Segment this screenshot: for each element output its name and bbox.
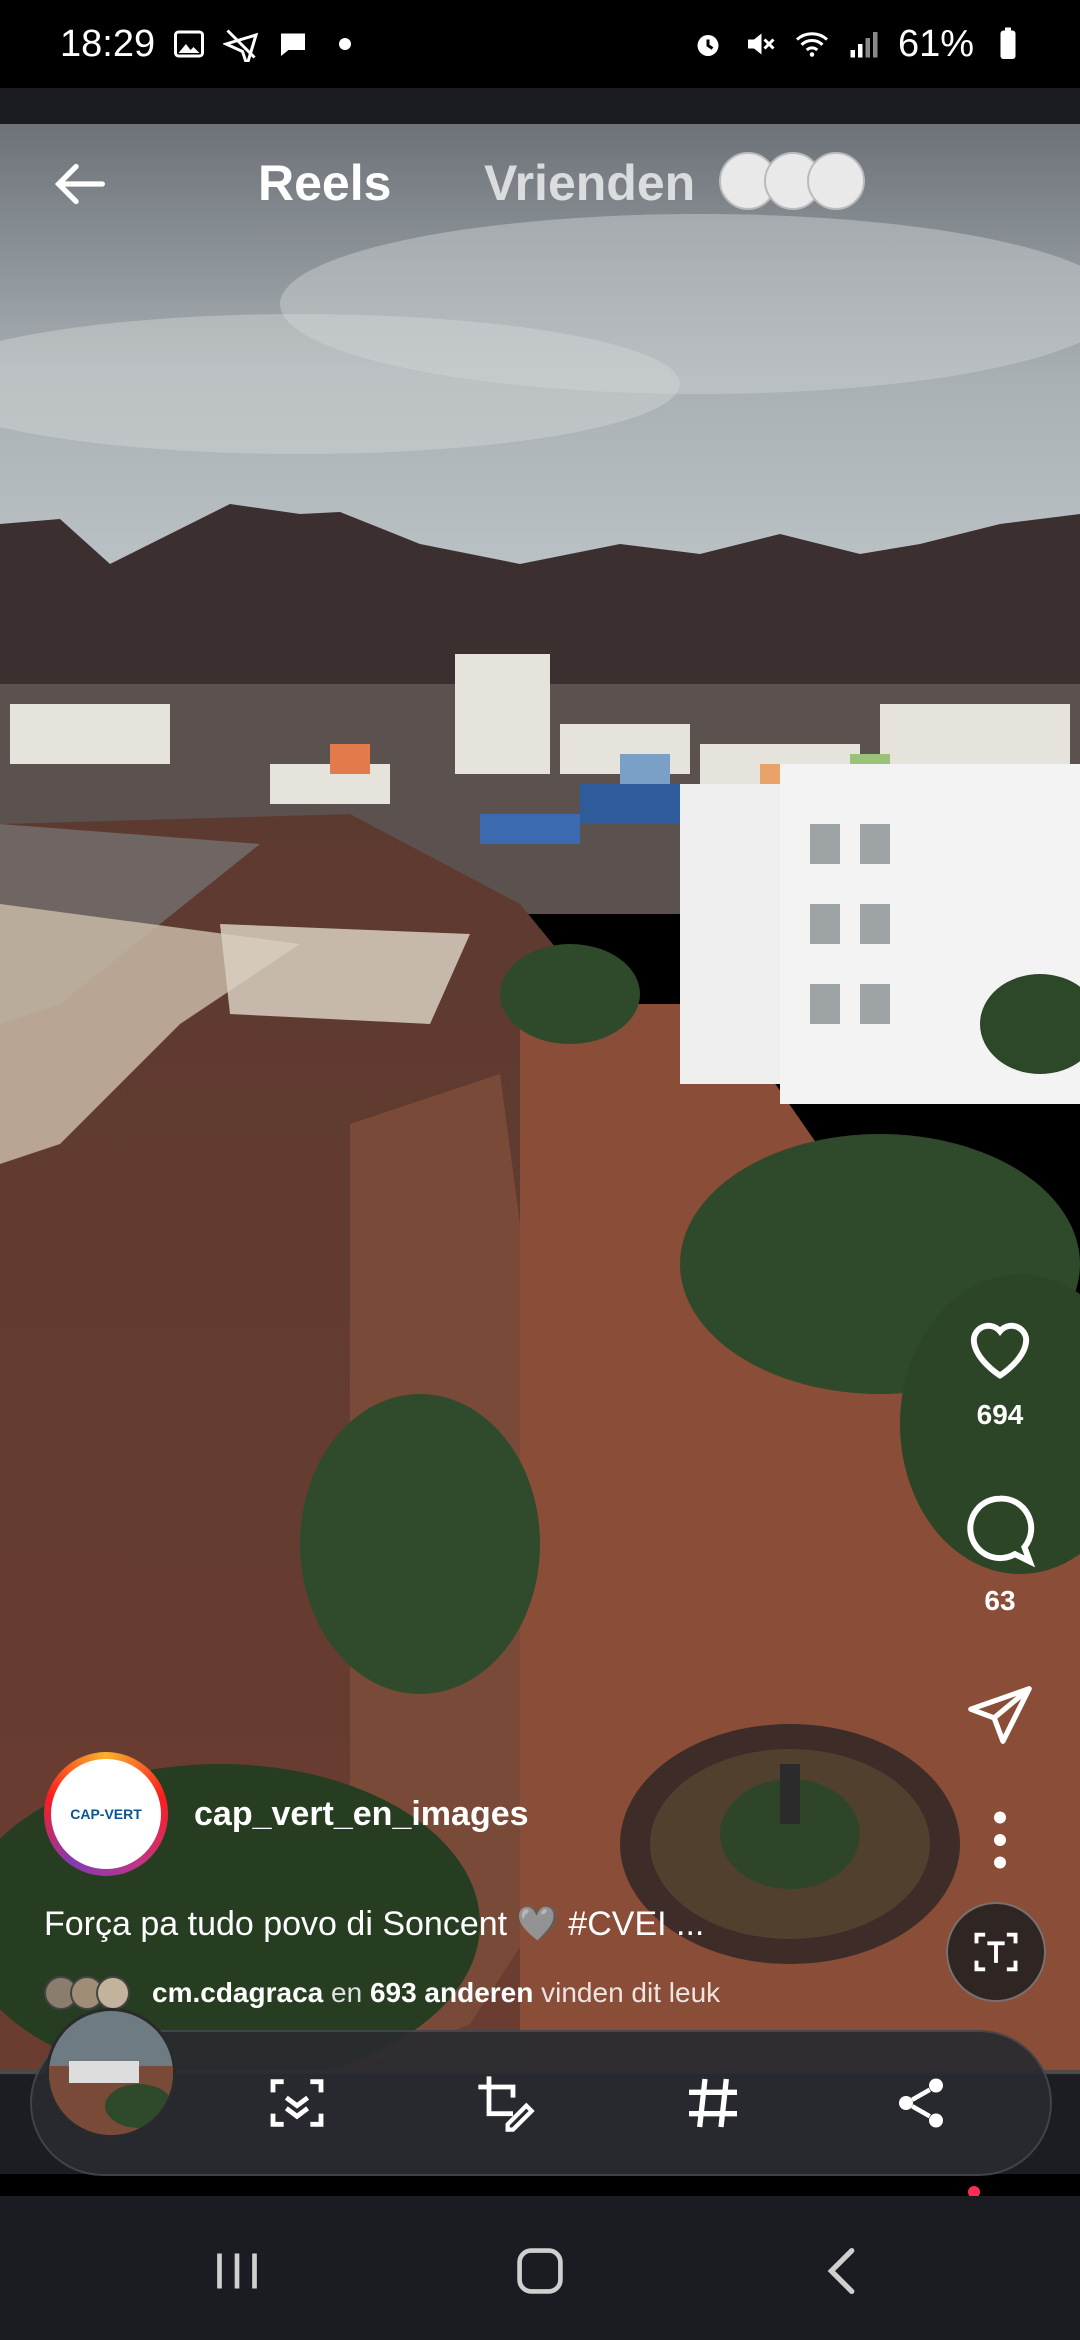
dot-icon <box>339 38 352 50</box>
share-icon <box>899 2078 943 2128</box>
avatar-logo: CAP-VERT <box>51 1759 161 1869</box>
mute-icon <box>747 33 775 55</box>
image-icon <box>174 30 205 58</box>
home-icon[interactable] <box>505 2236 575 2306</box>
back-arrow-icon[interactable] <box>44 149 114 219</box>
friends-avatars-icon[interactable] <box>718 150 868 212</box>
likes-count: 694 <box>976 1399 1024 1430</box>
username[interactable]: cap_vert_en_images <box>194 1795 529 1834</box>
status-time: 18:29 <box>60 22 156 65</box>
wifi-icon <box>795 32 828 57</box>
liker-avatar <box>96 1976 130 2010</box>
avatar[interactable]: CAP-VERT <box>44 1752 168 1876</box>
capture-thumbnail[interactable] <box>46 2008 176 2138</box>
more-options[interactable] <box>920 1810 1080 1875</box>
heart-icon[interactable] <box>960 1310 1040 1382</box>
status-bar: 18:29 61% <box>0 0 1080 88</box>
hashtag-icon <box>689 2078 737 2128</box>
system-nav-bar <box>0 2196 1080 2340</box>
liked-by-connector: en <box>331 1977 363 2008</box>
back-icon[interactable] <box>808 2236 878 2306</box>
reels-header: Reels Vrienden <box>0 124 1080 244</box>
alarm-icon <box>697 35 719 56</box>
comment-action[interactable]: 63 <box>920 1492 1080 1617</box>
crop-draw-button[interactable] <box>470 2068 540 2138</box>
like-action[interactable]: 694 <box>920 1310 1080 1431</box>
tab-reels[interactable]: Reels <box>258 154 391 212</box>
send-icon[interactable] <box>963 1680 1037 1750</box>
battery-percent: 61% <box>897 22 974 65</box>
smart-select-icon <box>270 2079 324 2127</box>
comment-icon[interactable] <box>960 1492 1040 1568</box>
post-caption[interactable]: Força pa tudo povo di Soncent 🩶 #CVEI ..… <box>44 1904 704 1944</box>
tab-friends[interactable]: Vrienden <box>484 154 695 212</box>
share-action[interactable] <box>920 1680 1080 1755</box>
smart-select-button[interactable] <box>262 2068 332 2138</box>
liked-by[interactable]: cm.cdagraca en 693 anderen vinden dit le… <box>44 1976 720 2010</box>
chat-bubble-icon <box>281 33 306 56</box>
liked-by-suffix: vinden dit leuk <box>541 1977 721 2008</box>
no-flight-icon <box>223 29 259 62</box>
status-gap <box>0 88 1080 124</box>
crop-draw-icon <box>478 2076 535 2132</box>
avatar-logo-text: CAP-VERT <box>70 1805 142 1822</box>
liked-by-others[interactable]: 693 anderen <box>370 1977 533 2009</box>
liked-by-user[interactable]: cm.cdagraca <box>152 1977 323 2009</box>
signal-icon <box>850 32 878 58</box>
text-extract-button[interactable] <box>946 1902 1046 2002</box>
comments-count: 63 <box>984 1585 1016 1616</box>
recent-apps-icon[interactable] <box>202 2236 272 2306</box>
smart-capture-toolbar <box>30 2008 1052 2176</box>
post-author[interactable]: CAP-VERT cap_vert_en_images <box>44 1752 529 1876</box>
more-vertical-icon[interactable] <box>990 1810 1010 1870</box>
hashtag-button[interactable] <box>678 2068 748 2138</box>
battery-icon <box>1000 27 1016 59</box>
text-scan-icon <box>974 1932 1018 1972</box>
share-button[interactable] <box>886 2068 956 2138</box>
